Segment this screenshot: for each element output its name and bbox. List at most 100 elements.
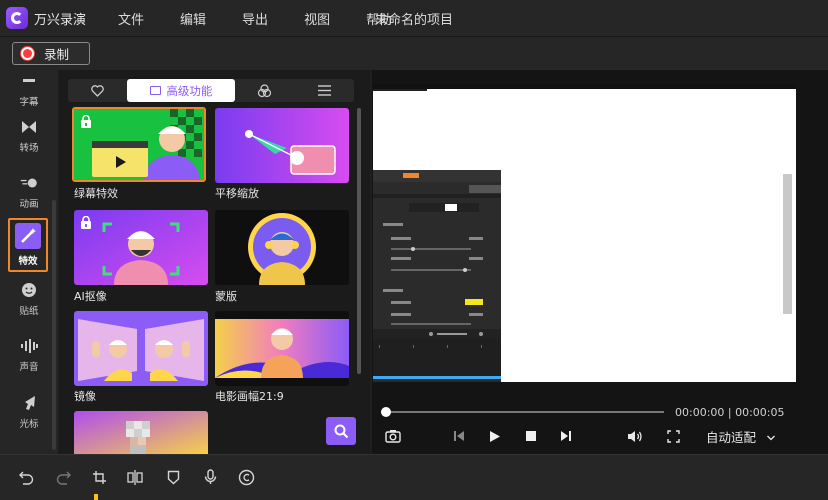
app-name: 万兴录演 xyxy=(34,12,87,28)
menu-file[interactable]: 文件 xyxy=(118,9,144,28)
sidebar-item-label: 声音 xyxy=(19,362,39,373)
effect-tile-partial[interactable] xyxy=(74,411,208,454)
effects-tabs: 高级功能 xyxy=(68,79,354,102)
pan-zoom-thumbnail xyxy=(215,108,349,183)
color-circles-icon xyxy=(258,83,272,97)
sidebar-item-animation[interactable]: 动画 xyxy=(0,168,58,216)
sidebar-item-label: 特效 xyxy=(18,256,38,267)
green-screen-thumbnail xyxy=(74,109,204,180)
chevron-down-icon xyxy=(767,435,775,441)
portrait-icon xyxy=(150,86,162,95)
camera-icon xyxy=(385,430,401,443)
microphone-button[interactable] xyxy=(201,468,219,486)
search-button[interactable] xyxy=(326,417,356,445)
sidebar-item-label: 转场 xyxy=(19,143,39,154)
fit-mode-dropdown[interactable]: 自动适配 xyxy=(706,427,776,446)
sidebar-item-transition[interactable]: 转场 xyxy=(0,112,58,160)
crop-button[interactable] xyxy=(90,468,108,486)
menu-help[interactable]: 帮助 xyxy=(366,9,392,28)
tile-label: 镜像 xyxy=(74,390,96,403)
fullscreen-button[interactable] xyxy=(664,427,682,445)
preview-screenshot xyxy=(373,89,796,382)
playback-progress-track[interactable] xyxy=(386,411,664,413)
search-icon xyxy=(334,424,348,438)
tab-color[interactable] xyxy=(235,79,294,102)
app-logo-icon xyxy=(6,7,28,29)
sidebar-item-label: 动画 xyxy=(19,199,39,210)
stop-icon xyxy=(526,431,536,441)
speaker-icon xyxy=(628,430,642,442)
prev-frame-button[interactable] xyxy=(450,427,468,445)
ai-cutout-thumbnail xyxy=(74,210,208,285)
fullscreen-icon xyxy=(666,429,680,443)
transition-icon xyxy=(20,118,38,136)
panel-scrollbar[interactable] xyxy=(357,108,361,374)
sidebar-item-label: 贴纸 xyxy=(19,306,39,317)
tile-label: AI抠像 xyxy=(74,290,107,303)
timecode: 00:00:00 | 00:00:05 xyxy=(675,406,785,419)
sidebar-item-cursor[interactable]: 光标 xyxy=(0,388,58,436)
effect-tile-green-screen[interactable] xyxy=(72,107,206,182)
tab-list[interactable] xyxy=(295,79,354,102)
mask-thumbnail xyxy=(215,210,349,285)
screenshot-button[interactable] xyxy=(384,427,402,445)
next-frame-button[interactable] xyxy=(557,427,575,445)
watermark-button[interactable] xyxy=(237,468,255,486)
tile-label: 平移缩放 xyxy=(215,187,259,200)
menu-edit[interactable]: 编辑 xyxy=(180,9,206,28)
redo-button[interactable] xyxy=(54,468,72,486)
effects-panel: 高级功能 绿幕特效 平移缩放 AI抠像 蒙版 镜像 电影画幅21:9 xyxy=(58,70,370,454)
tile-label: 电影画幅21:9 xyxy=(215,390,284,403)
record-dot-icon xyxy=(21,47,34,60)
list-icon xyxy=(317,85,331,96)
menu-export[interactable]: 导出 xyxy=(242,9,268,28)
stop-button[interactable] xyxy=(522,427,540,445)
record-label: 录制 xyxy=(44,47,70,62)
lock-icon xyxy=(80,214,92,229)
effect-tile-ai-cutout[interactable] xyxy=(74,210,208,285)
effect-tile-mask[interactable] xyxy=(215,210,349,285)
sidebar-item-effects[interactable]: 特效 xyxy=(8,218,48,272)
bottom-toolbar xyxy=(0,454,828,500)
record-bar: 录制 xyxy=(0,36,828,70)
playback-progress-knob[interactable] xyxy=(381,407,391,417)
title-bar: 万兴录演 文件 编辑 导出 视图 帮助 未命名的项目 xyxy=(0,0,828,36)
play-button[interactable] xyxy=(486,427,504,445)
menu-view[interactable]: 视图 xyxy=(304,9,330,28)
animation-icon xyxy=(20,174,38,192)
crop-icon xyxy=(92,470,106,484)
mirror-thumbnail xyxy=(74,311,208,386)
tile-label: 绿幕特效 xyxy=(74,187,118,200)
preview-scrollbar[interactable] xyxy=(783,174,792,314)
sidebar-item-subtitle[interactable]: 字幕 xyxy=(0,66,58,114)
undo-button[interactable] xyxy=(17,468,35,486)
cinema-thumbnail xyxy=(215,311,349,386)
effect-tile-pan-zoom[interactable] xyxy=(215,108,349,183)
shield-icon xyxy=(167,470,179,484)
sidebar-item-sound[interactable]: 声音 xyxy=(0,331,58,379)
sound-wave-icon xyxy=(20,337,38,355)
skip-back-icon xyxy=(454,431,464,441)
mic-icon xyxy=(204,469,216,484)
tab-favorites[interactable] xyxy=(68,79,127,102)
heart-icon xyxy=(91,84,104,97)
mark-button[interactable] xyxy=(164,468,182,486)
record-button[interactable]: 录制 xyxy=(12,42,90,65)
sidebar-item-label: 光标 xyxy=(19,419,39,430)
fit-mode-label: 自动适配 xyxy=(706,430,757,445)
split-button[interactable] xyxy=(126,468,144,486)
sidebar: 字幕 转场 动画 特效 贴纸 声音 光标 xyxy=(0,70,58,454)
lock-icon xyxy=(80,113,92,128)
volume-button[interactable] xyxy=(626,427,644,445)
sidebar-item-sticker[interactable]: 贴纸 xyxy=(0,275,58,323)
effects-wand-icon xyxy=(15,223,41,249)
copyright-icon xyxy=(238,469,254,485)
tile-label: 蒙版 xyxy=(215,290,237,303)
redo-icon xyxy=(56,471,71,485)
effect-tile-cinema-21-9[interactable] xyxy=(215,311,349,386)
sidebar-scrollbar[interactable] xyxy=(52,200,56,450)
tab-advanced[interactable]: 高级功能 xyxy=(127,79,236,102)
tab-advanced-label: 高级功能 xyxy=(166,83,213,98)
effect-tile-mirror[interactable] xyxy=(74,311,208,386)
skip-forward-icon xyxy=(561,431,571,441)
